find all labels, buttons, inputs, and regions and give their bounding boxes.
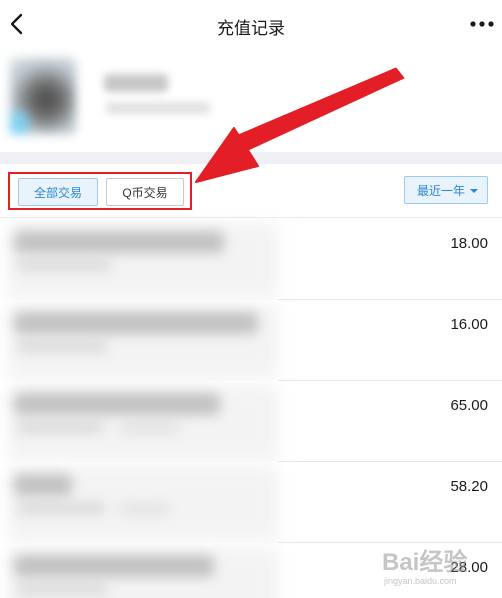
more-dots-icon — [470, 21, 494, 27]
transaction-meta-blurred — [120, 423, 180, 433]
account-summary — [0, 50, 502, 152]
caret-down-icon — [470, 189, 478, 193]
transaction-amount: 58.20 — [450, 478, 488, 495]
transaction-date-blurred — [16, 583, 108, 595]
transaction-title-blurred — [14, 393, 220, 415]
transaction-row[interactable]: 65.00 — [0, 381, 502, 462]
watermark-logo: Bai经验 — [382, 549, 468, 576]
annotation-highlight-box — [8, 172, 192, 210]
transaction-date-blurred — [16, 259, 112, 271]
filter-bar: 全部交易 Q币交易 最近一年 — [0, 164, 502, 218]
page-title: 充值记录 — [217, 19, 285, 38]
account-detail-blurred — [106, 102, 210, 114]
transaction-amount: 18.00 — [450, 235, 488, 252]
period-dropdown[interactable]: 最近一年 — [404, 176, 488, 204]
transaction-row[interactable]: 58.20 — [0, 462, 502, 543]
section-divider — [0, 152, 502, 164]
transaction-date-blurred — [16, 340, 108, 352]
account-name-blurred — [104, 74, 168, 92]
period-label: 最近一年 — [417, 183, 466, 198]
avatar — [10, 58, 76, 134]
transaction-amount: 16.00 — [450, 316, 488, 333]
more-button[interactable] — [466, 12, 498, 36]
transaction-title-blurred — [14, 231, 224, 253]
transaction-title-blurred — [14, 312, 258, 334]
transaction-row[interactable]: 18.00 — [0, 219, 502, 300]
transaction-title-blurred — [14, 474, 72, 496]
transaction-date-blurred — [16, 502, 106, 514]
header: 充值记录 — [0, 0, 502, 50]
transaction-amount: 65.00 — [450, 397, 488, 414]
transaction-date-blurred — [16, 421, 104, 433]
watermark-url: jingyan.baidu.com — [384, 576, 457, 586]
transaction-row[interactable]: 16.00 — [0, 300, 502, 381]
watermark: Bai经验 jingyan.baidu.com — [380, 540, 498, 588]
transaction-title-blurred — [14, 555, 214, 577]
transaction-meta-blurred — [120, 504, 170, 514]
